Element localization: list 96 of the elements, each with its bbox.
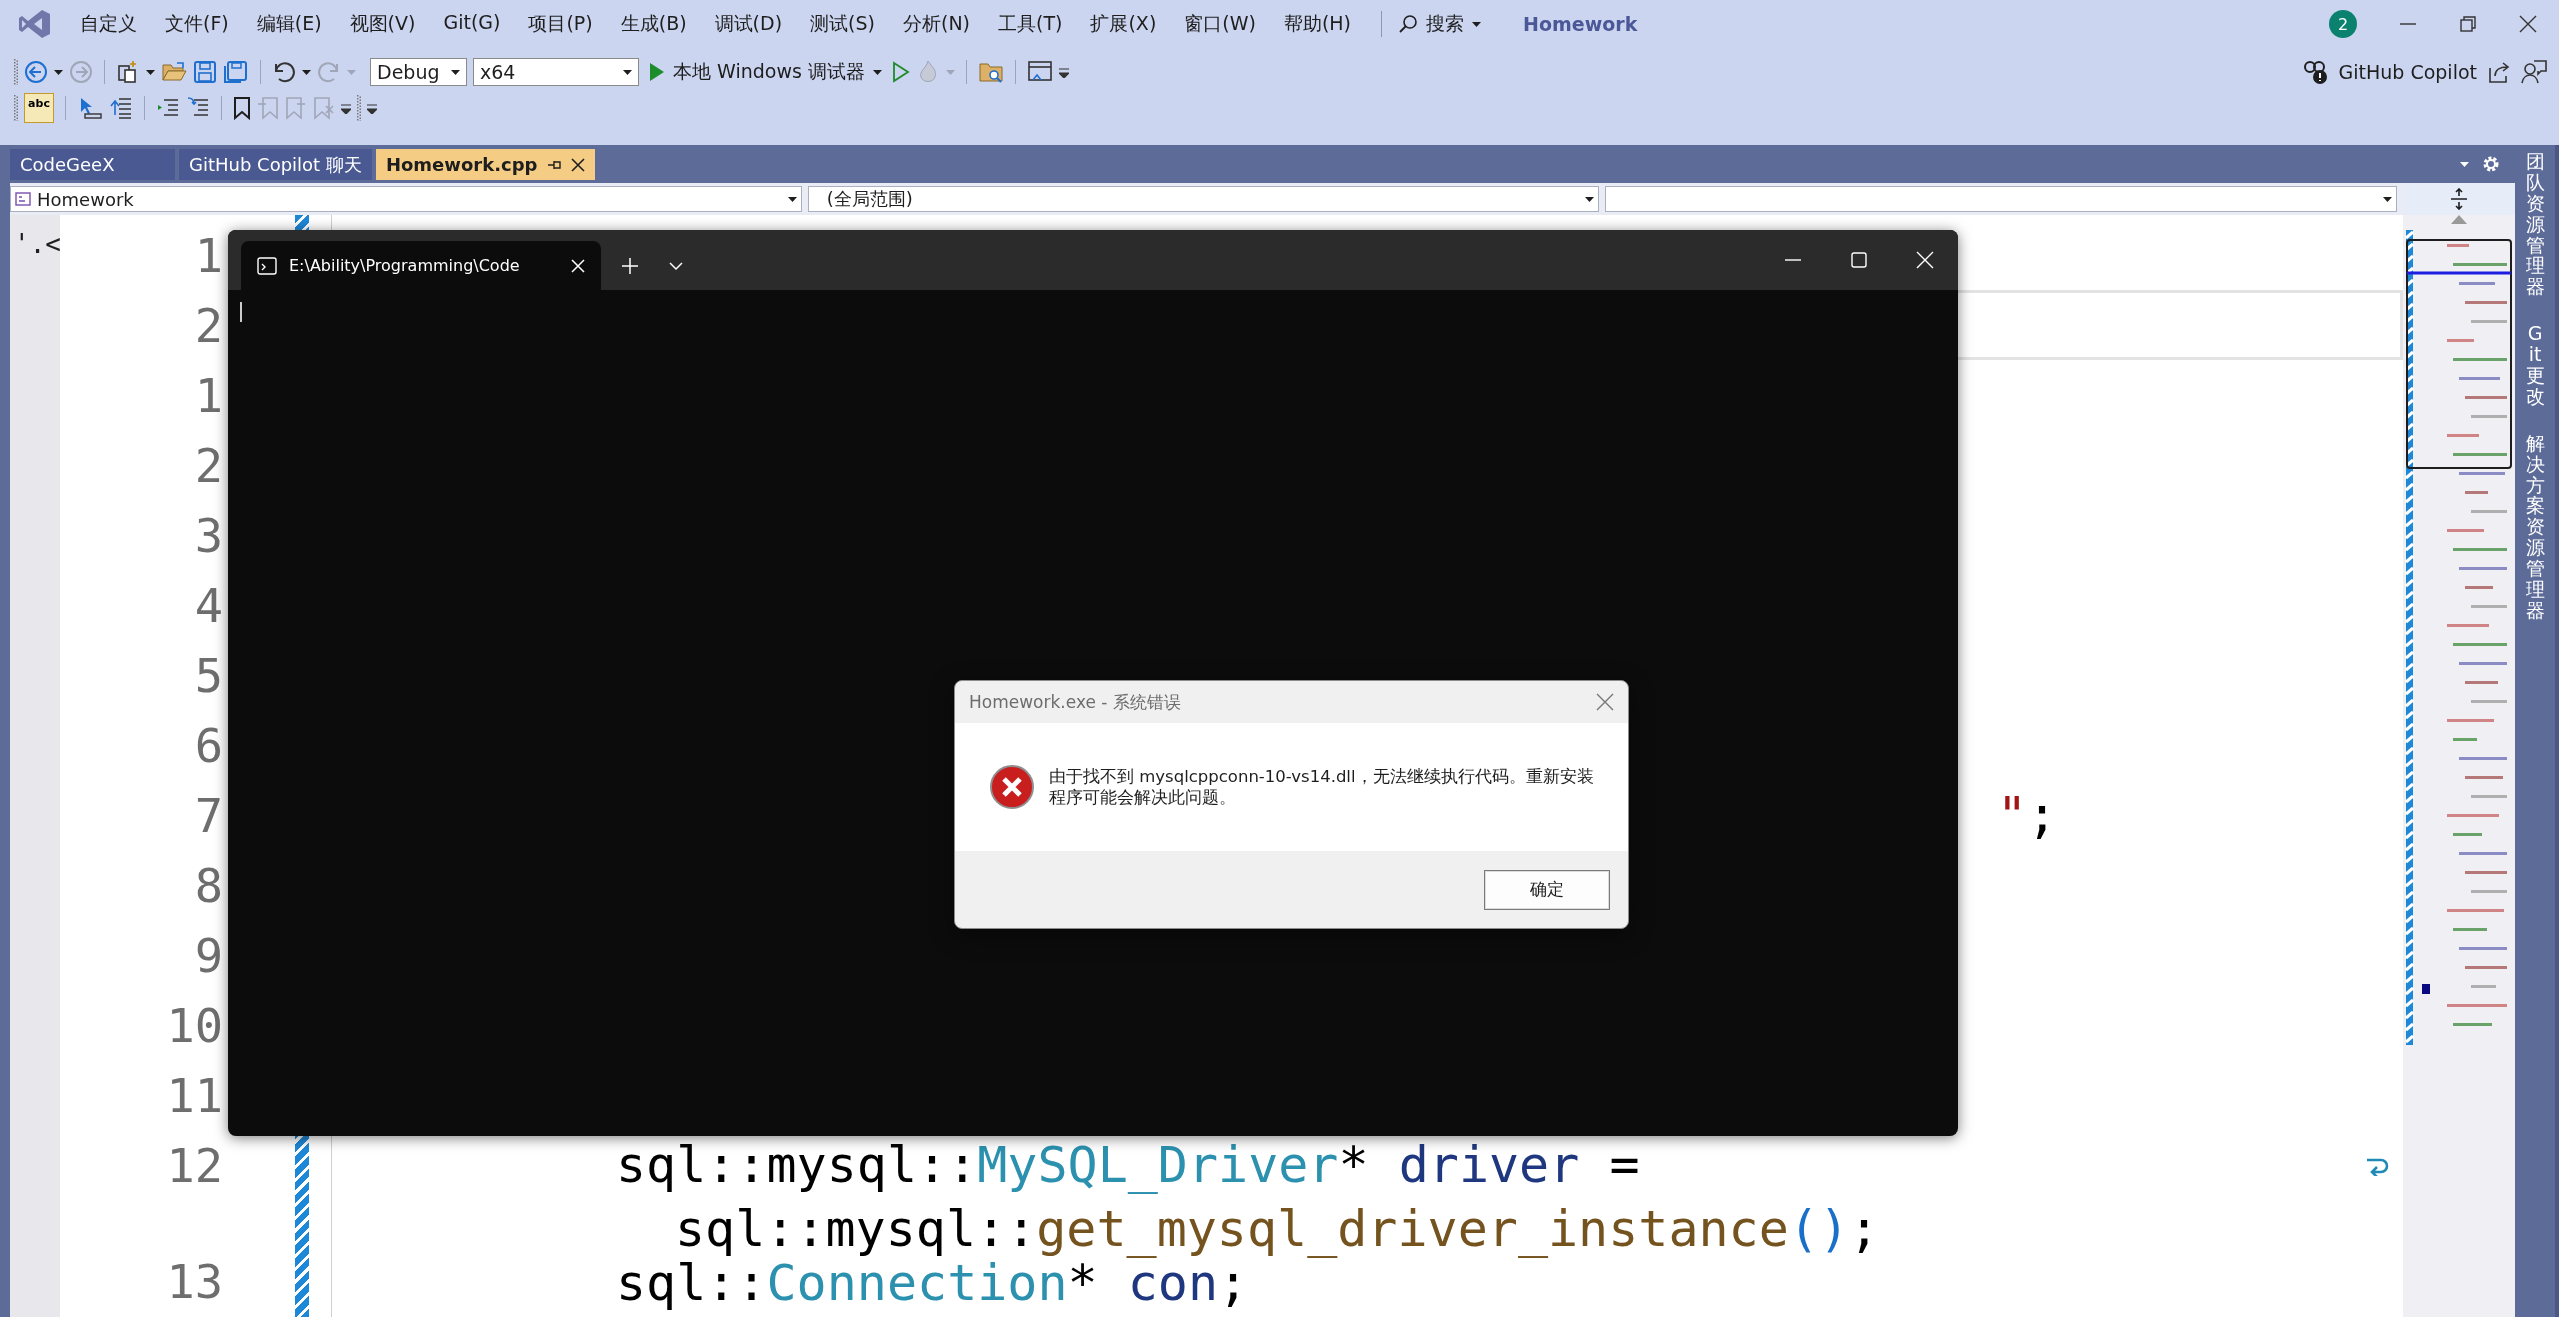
folder-search-icon[interactable] <box>977 60 1004 84</box>
document-tab[interactable]: CodeGeeX <box>10 149 175 180</box>
restore-icon[interactable] <box>2459 15 2477 33</box>
caret-icon[interactable] <box>2383 196 2392 202</box>
ok-button[interactable]: 确定 <box>1484 869 1610 910</box>
open-folder-icon[interactable] <box>161 60 187 84</box>
solution-title: Homework <box>1523 13 1638 35</box>
caret-icon[interactable] <box>302 69 311 75</box>
side-panel-tab[interactable]: 解决方案资源管理器 <box>2525 432 2545 621</box>
line-number: 10 <box>166 1001 223 1049</box>
menu-item[interactable]: 生成(B) <box>606 11 701 37</box>
overflow-icon[interactable] <box>1058 66 1069 78</box>
caret-icon[interactable] <box>872 69 882 75</box>
line-number: 2 <box>194 301 223 349</box>
search-button[interactable]: 搜索 <box>1398 11 1482 37</box>
code-line: sql::Connection* con; <box>616 1258 1249 1308</box>
line-number: 12 <box>166 1141 223 1189</box>
notification-badge[interactable]: 2 <box>2329 10 2357 38</box>
terminal-icon <box>257 256 277 275</box>
line-number: 9 <box>194 931 223 979</box>
overflow-icon[interactable] <box>341 102 351 114</box>
text-cursor <box>240 302 242 322</box>
caret-icon[interactable] <box>623 69 632 75</box>
menu-item[interactable]: Git(G) <box>429 11 515 37</box>
line-number: 1 <box>194 371 223 419</box>
bookmark-icon[interactable] <box>233 96 251 120</box>
logo-icon <box>18 8 52 40</box>
back-icon[interactable] <box>24 60 48 84</box>
spell-check-button[interactable]: abc <box>24 93 54 123</box>
configuration-dropdown[interactable]: Debug <box>370 58 467 86</box>
caret-icon[interactable] <box>787 196 797 202</box>
settings-icon[interactable] <box>2481 154 2501 174</box>
menu-item[interactable]: 编辑(E) <box>242 11 336 37</box>
run-without-debugging-icon[interactable] <box>891 61 910 83</box>
menu-item[interactable]: 帮助(H) <box>1269 11 1366 37</box>
menu-item[interactable]: 扩展(X) <box>1076 11 1171 37</box>
toolbar-gripper[interactable] <box>357 95 361 121</box>
code-fragment: '.< <box>13 228 60 259</box>
dialog-title: Homework.exe - 系统错误 <box>969 690 1181 714</box>
line-number: 5 <box>194 651 223 699</box>
menu-item[interactable]: 分析(N) <box>888 11 984 37</box>
menu-item[interactable]: 项目(P) <box>514 11 607 37</box>
close-icon[interactable] <box>2519 15 2537 33</box>
terminal-tab[interactable]: E:\Ability\Programming\Code <box>241 241 601 290</box>
dropdown-icon[interactable] <box>669 260 683 271</box>
line-number: 7 <box>194 791 223 839</box>
save-icon[interactable] <box>193 60 217 84</box>
project-icon <box>15 192 31 206</box>
search-icon <box>1398 14 1419 34</box>
start-debugging-button[interactable]: 本地 Windows 调试器 <box>645 59 886 85</box>
caret-icon[interactable] <box>146 69 155 75</box>
document-tab[interactable]: Homework.cpp <box>375 149 596 180</box>
menu-item[interactable]: 调试(D) <box>700 11 797 37</box>
split-icon <box>2449 188 2469 210</box>
toolbar-gripper[interactable] <box>14 59 18 85</box>
overflow-icon[interactable] <box>367 102 377 114</box>
line-number: 8 <box>194 861 223 909</box>
menu-item[interactable]: 视图(V) <box>335 11 430 37</box>
feedback-icon[interactable] <box>2521 59 2547 85</box>
error-icon <box>989 764 1035 810</box>
line-number: 6 <box>194 721 223 769</box>
share-icon[interactable] <box>2487 60 2511 84</box>
close-icon[interactable] <box>571 157 586 172</box>
caret-icon[interactable] <box>1472 21 1482 27</box>
line-number: 11 <box>166 1071 223 1119</box>
copilot-button[interactable]: GitHub Copilot <box>2300 59 2477 85</box>
play-icon <box>649 62 665 82</box>
project-dropdown[interactable]: Homework <box>10 186 802 212</box>
menu-item[interactable]: 测试(S) <box>796 11 889 37</box>
line-number: 4 <box>194 581 223 629</box>
format-icon[interactable] <box>109 96 133 120</box>
scope-dropdown[interactable]: (全局范围) <box>807 186 1600 212</box>
line-number: 2 <box>194 441 223 489</box>
platform-dropdown[interactable]: x64 <box>473 58 639 86</box>
line-number: 3 <box>194 511 223 559</box>
undo-icon[interactable] <box>272 60 296 84</box>
menu-item[interactable]: 自定义 <box>66 11 151 37</box>
code-line: "; <box>1997 790 2058 840</box>
error-message: 由于找不到 mysqlcppconn-10-vs14.dll，无法继续执行代码。重新安装程序可能会解决此问题。 <box>1049 765 1594 809</box>
new-tab-icon[interactable] <box>621 256 639 275</box>
side-panel-tab[interactable]: Git 更改 <box>2525 323 2545 407</box>
line-number: 13 <box>166 1258 223 1305</box>
caret-icon[interactable] <box>54 69 63 75</box>
menu-item[interactable]: 文件(F) <box>151 11 243 37</box>
caret-icon[interactable] <box>1585 196 1595 202</box>
caret-icon[interactable] <box>451 69 460 75</box>
split-window-button[interactable] <box>2403 183 2515 215</box>
side-panel-tab[interactable]: 团队资源管理器 <box>2525 151 2545 298</box>
menu-item[interactable]: 窗口(W) <box>1170 11 1270 37</box>
window-icon[interactable] <box>1026 60 1053 84</box>
line-number: 1 <box>194 231 223 279</box>
save-all-icon[interactable] <box>223 60 249 84</box>
menu-item[interactable]: 工具(T) <box>984 11 1077 37</box>
toolbar-gripper[interactable] <box>14 95 18 121</box>
document-tab[interactable]: GitHub Copilot 聊天 <box>179 149 372 180</box>
maximize-icon[interactable] <box>1850 251 1868 269</box>
